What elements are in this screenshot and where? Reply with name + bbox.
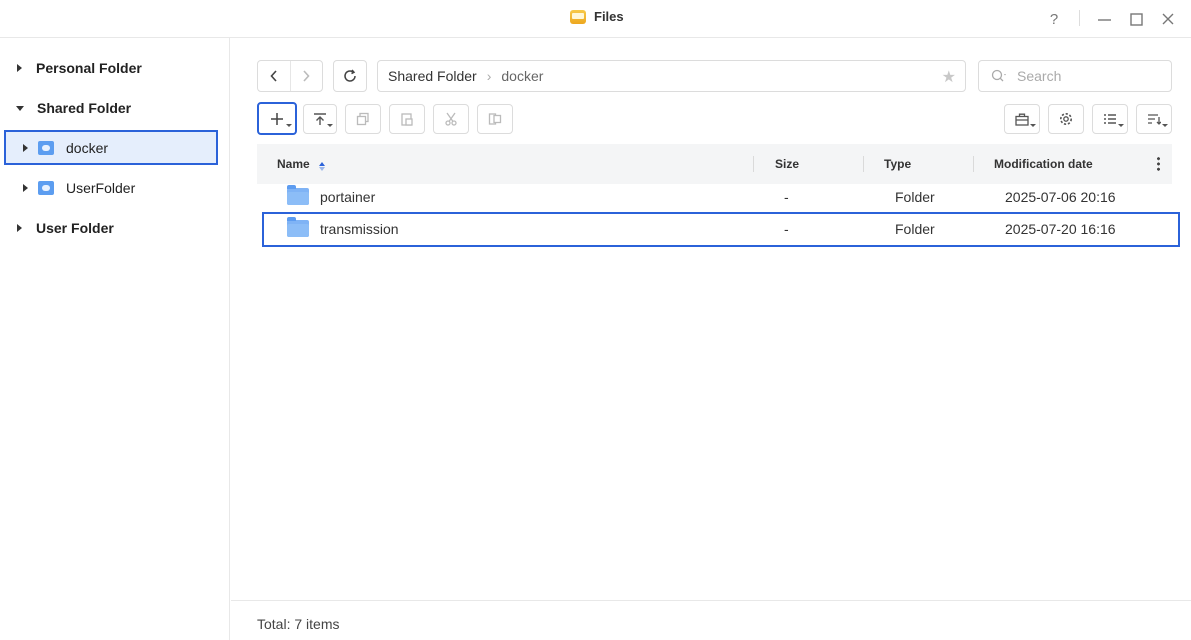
expand-caret-icon[interactable] — [17, 64, 22, 72]
search-placeholder: Search — [1017, 68, 1062, 84]
move-button[interactable] — [477, 104, 513, 134]
move-icon — [488, 113, 502, 125]
file-size: - — [784, 189, 789, 205]
main-panel: Shared Folder › docker ★ Search Name Siz… — [231, 38, 1191, 640]
sidebar-item-docker[interactable]: docker — [0, 130, 230, 166]
window-title: Files — [594, 9, 624, 24]
sidebar: Personal Folder Shared Folder docker Use… — [0, 38, 230, 640]
sidebar-item-user-folder[interactable]: User Folder — [0, 210, 230, 246]
forward-icon[interactable] — [289, 61, 323, 91]
shared-folder-icon — [38, 141, 54, 155]
dropdown-arrow-icon — [327, 124, 333, 127]
create-button[interactable] — [257, 102, 297, 135]
column-header-modified[interactable]: Modification date — [994, 157, 1093, 171]
sidebar-item-label: User Folder — [36, 220, 114, 236]
sidebar-item-userfolder[interactable]: UserFolder — [0, 170, 230, 206]
sort-asc-icon — [319, 162, 326, 166]
breadcrumb-docker[interactable]: docker — [501, 68, 543, 84]
settings-button[interactable] — [1048, 104, 1084, 134]
maximize-icon[interactable] — [1125, 8, 1147, 30]
plus-icon — [271, 112, 283, 125]
app-title-group: Files — [570, 9, 624, 24]
upload-icon — [314, 113, 326, 125]
paste-icon — [401, 113, 413, 126]
cut-button[interactable] — [433, 104, 469, 134]
table-row[interactable]: portainer - Folder 2025-07-06 20:16 — [257, 181, 1172, 213]
column-resizer[interactable] — [753, 156, 754, 172]
status-bar: Total: 7 items — [231, 600, 1191, 640]
folder-icon — [287, 185, 309, 205]
sort-button[interactable] — [1136, 104, 1172, 134]
sidebar-item-label: Shared Folder — [37, 100, 132, 116]
folder-icon — [287, 217, 309, 237]
file-type: Folder — [895, 221, 935, 237]
dropdown-arrow-icon — [286, 124, 292, 127]
file-modified: 2025-07-20 16:16 — [1005, 221, 1116, 237]
refresh-icon — [344, 69, 356, 82]
title-divider — [1079, 10, 1080, 26]
nav-button-group — [257, 60, 323, 92]
breadcrumb[interactable]: Shared Folder › docker ★ — [377, 60, 966, 92]
back-icon[interactable] — [258, 61, 290, 91]
breadcrumb-separator-icon: › — [486, 68, 492, 84]
expand-caret-icon[interactable] — [17, 224, 22, 232]
scissors-icon — [445, 112, 457, 126]
sidebar-item-shared-folder[interactable]: Shared Folder — [0, 90, 230, 126]
copy-button[interactable] — [345, 104, 381, 134]
sidebar-item-personal-folder[interactable]: Personal Folder — [0, 50, 230, 86]
copy-icon — [356, 112, 369, 126]
close-icon[interactable] — [1157, 8, 1179, 30]
sort-desc-icon — [319, 167, 326, 171]
expand-caret-icon[interactable] — [23, 144, 28, 152]
upload-button[interactable] — [303, 104, 337, 134]
dropdown-arrow-icon — [1030, 124, 1036, 127]
file-modified: 2025-07-06 20:16 — [1005, 189, 1116, 205]
minimize-icon[interactable] — [1093, 8, 1115, 30]
column-header-type[interactable]: Type — [884, 157, 911, 171]
sidebar-item-label: docker — [66, 140, 109, 156]
item-count: Total: 7 items — [257, 616, 340, 632]
file-name: transmission — [320, 221, 399, 237]
briefcase-icon — [1015, 113, 1029, 126]
column-resizer[interactable] — [863, 156, 864, 172]
search-icon — [991, 69, 1006, 82]
users-folder-icon — [38, 181, 54, 195]
column-header-name[interactable]: Name — [277, 157, 326, 171]
refresh-button[interactable] — [333, 60, 367, 92]
table-row-selected[interactable]: transmission - Folder 2025-07-20 16:16 — [262, 212, 1180, 247]
sidebar-item-label: Personal Folder — [36, 60, 142, 76]
help-icon[interactable]: ? — [1043, 8, 1065, 30]
title-bar: Files ? — [0, 0, 1191, 38]
expand-caret-icon[interactable] — [23, 184, 28, 192]
file-size: - — [784, 221, 789, 237]
column-header-size[interactable]: Size — [775, 157, 799, 171]
gear-icon — [1060, 113, 1072, 125]
dropdown-arrow-icon — [1118, 124, 1124, 127]
list-view-icon — [1104, 114, 1116, 124]
favorite-star-icon[interactable]: ★ — [942, 67, 956, 87]
files-app-icon — [570, 9, 586, 24]
file-name: portainer — [320, 189, 376, 205]
action-menu-button[interactable] — [1004, 104, 1040, 134]
view-mode-button[interactable] — [1092, 104, 1128, 134]
sidebar-item-label: UserFolder — [66, 180, 136, 196]
column-options-icon[interactable] — [1157, 156, 1160, 172]
dropdown-arrow-icon — [1162, 124, 1168, 127]
paste-button[interactable] — [389, 104, 425, 134]
column-header-label: Name — [277, 157, 310, 171]
table-header: Name Size Type Modification date — [257, 144, 1172, 184]
breadcrumb-shared-folder[interactable]: Shared Folder — [388, 68, 477, 84]
file-type: Folder — [895, 189, 935, 205]
collapse-caret-icon[interactable] — [16, 105, 24, 111]
search-input[interactable]: Search — [978, 60, 1172, 92]
sort-icon — [1148, 114, 1161, 125]
column-resizer[interactable] — [973, 156, 974, 172]
